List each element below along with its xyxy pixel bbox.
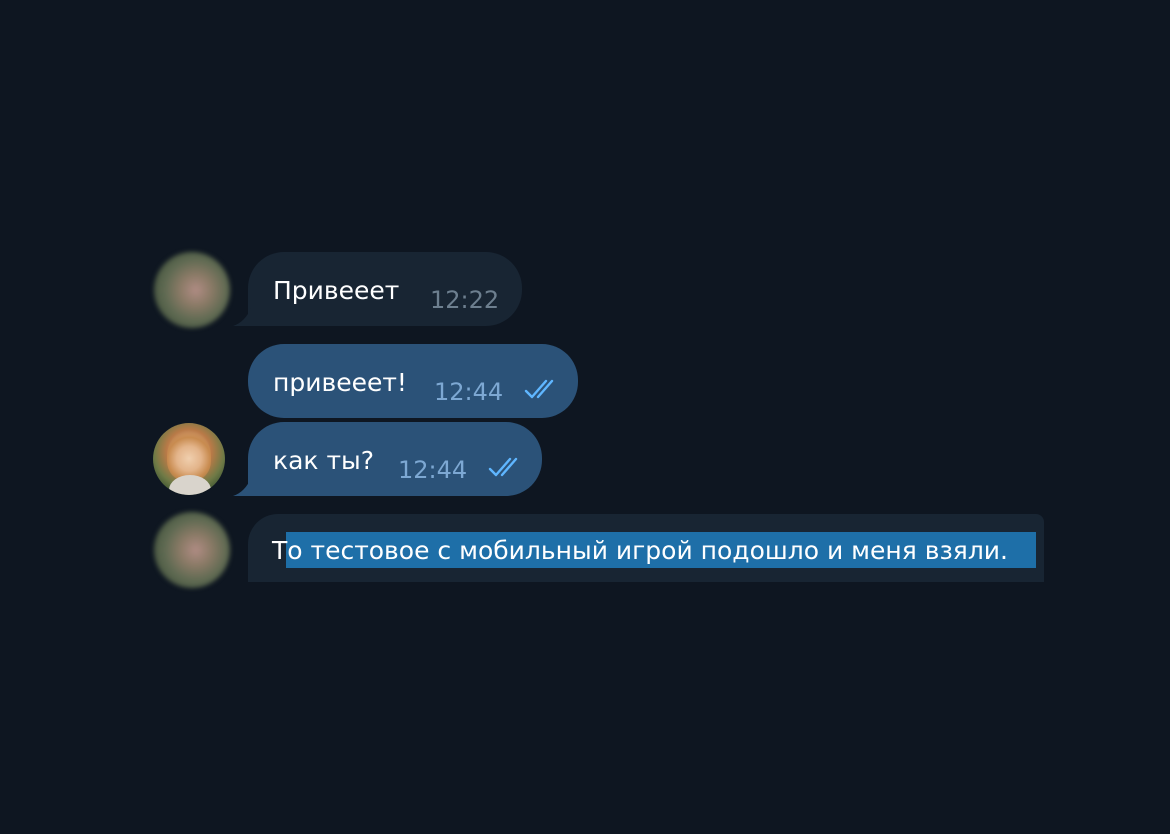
user-avatar[interactable] [153, 423, 225, 495]
message-text: как ты? [273, 446, 375, 475]
incoming-message[interactable]: То тестовое с мобильный игрой подошло и … [248, 514, 1044, 582]
outgoing-message[interactable]: как ты? 12:44 [248, 422, 542, 496]
avatar-face [167, 431, 211, 481]
message-text[interactable]: То тестовое с мобильный игрой подошло и … [272, 538, 1008, 563]
bubble-tail [233, 478, 251, 496]
bubble-tail [233, 308, 251, 326]
contact-avatar[interactable] [154, 512, 230, 588]
chat-view: Привееет 12:22 привееет! 12:44 как ты? 1… [0, 0, 1170, 834]
message-text: привееет! [273, 368, 407, 397]
contact-avatar[interactable] [154, 252, 230, 328]
message-time: 12:44 [434, 378, 504, 406]
message-time: 12:22 [430, 286, 500, 314]
incoming-message[interactable]: Привееет 12:22 [248, 252, 522, 326]
message-time: 12:44 [398, 456, 468, 484]
avatar-shirt [169, 475, 211, 495]
double-check-icon [488, 457, 518, 477]
message-text: Привееет [273, 276, 400, 305]
outgoing-message[interactable]: привееет! 12:44 [248, 344, 578, 418]
double-check-icon [524, 379, 554, 399]
